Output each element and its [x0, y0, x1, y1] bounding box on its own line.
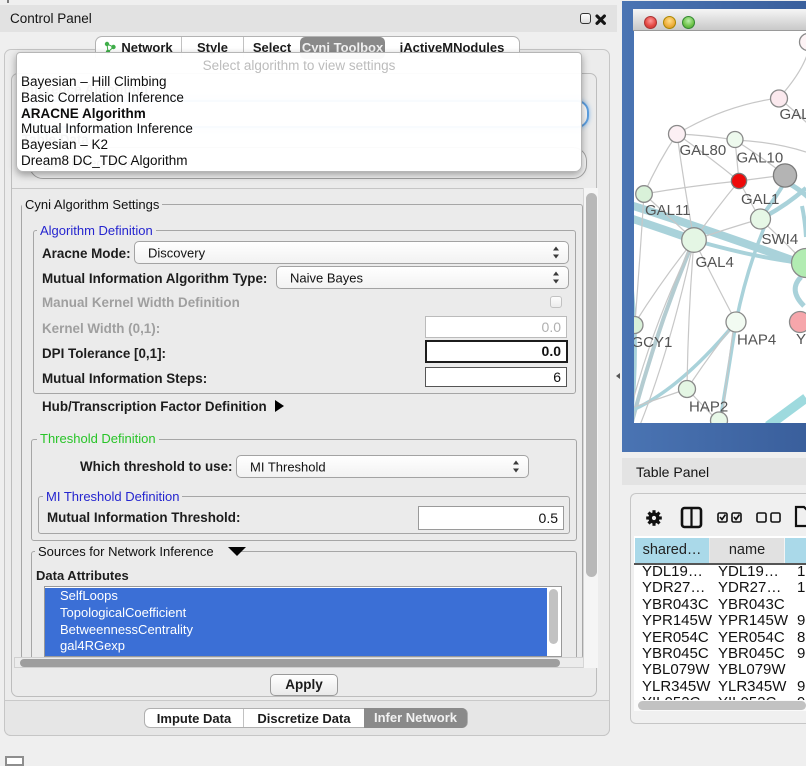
svg-text:SWI4: SWI4: [762, 231, 799, 248]
svg-text:GAL2: GAL2: [780, 106, 806, 123]
svg-text:HAP2: HAP2: [689, 399, 728, 416]
svg-text:GAL80: GAL80: [680, 142, 727, 159]
svg-text:GAL11: GAL11: [645, 202, 691, 219]
svg-text:HAP4: HAP4: [737, 332, 776, 349]
svg-text:GAL4: GAL4: [696, 254, 734, 271]
svg-text:GAL10: GAL10: [737, 150, 784, 167]
svg-text:GCY1: GCY1: [634, 334, 672, 351]
svg-text:GAL1: GAL1: [741, 191, 779, 208]
svg-text:YEL: YEL: [796, 331, 806, 348]
